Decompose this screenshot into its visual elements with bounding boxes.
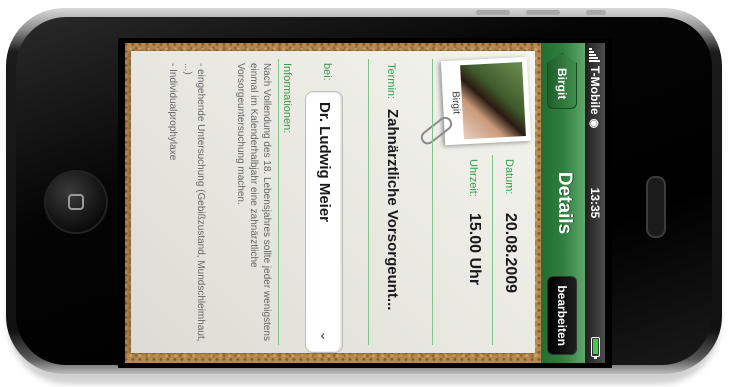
list-item: - eingehende Untersuchung (Gebißzustand,… [182,63,206,342]
divider [368,59,369,345]
info-label: Informationen: [281,63,293,134]
info-bullets: - eingehende Untersuchung (Gebißzustand,… [164,63,207,343]
list-item: - Individualprophylaxe [167,63,178,161]
status-time: 13:35 [588,187,602,219]
doctor-select[interactable]: Dr. Ludwig Meier ⌄ [305,91,343,353]
divider [278,59,279,345]
edit-button[interactable]: bearbeiten [547,276,577,355]
home-button-icon [68,194,84,210]
with-label: bei: [321,63,333,81]
status-bar: T-Mobile ◉ 13:35 [585,43,605,363]
navigation-bar: Birgit Details bearbeiten [540,43,585,363]
divider [432,59,433,345]
appointment-value: Zahnärztliche Vorsorgeunt... [384,109,401,311]
silent-switch [586,10,606,15]
divider [492,155,493,345]
date-value: 20.08.2009 [502,213,519,294]
date-label: Datum: [503,159,515,195]
earpiece-speaker [646,176,666,238]
photo-image [460,62,526,140]
time-label: Uhrzeit: [467,159,479,197]
time-value: 15.00 Uhr [466,213,483,286]
app-screen: T-Mobile ◉ 13:35 Birgit Details bearbeit… [125,43,605,363]
info-text: Nach Vollendung des 18. Lebensjahres sol… [235,63,272,341]
detail-sheet: Birgit Datum: 20.08.2009 Uhrzeit: 15.00 … [131,51,535,353]
home-button[interactable] [44,170,108,234]
paperclip-icon [417,114,455,148]
battery-icon [591,337,600,357]
appointment-label: Termin: [385,63,397,100]
chevron-down-icon: ⌄ [318,330,334,342]
screen: T-Mobile ◉ 13:35 Birgit Details bearbeit… [118,38,612,368]
volume-button [476,10,510,15]
contact-photo[interactable]: Birgit [417,56,532,148]
doctor-select-value: Dr. Ludwig Meier [316,102,333,223]
volume-button-2 [526,10,560,15]
corkboard-background: Birgit Datum: 20.08.2009 Uhrzeit: 15.00 … [125,43,541,363]
device-stage: T-Mobile ◉ 13:35 Birgit Details bearbeit… [0,0,732,387]
